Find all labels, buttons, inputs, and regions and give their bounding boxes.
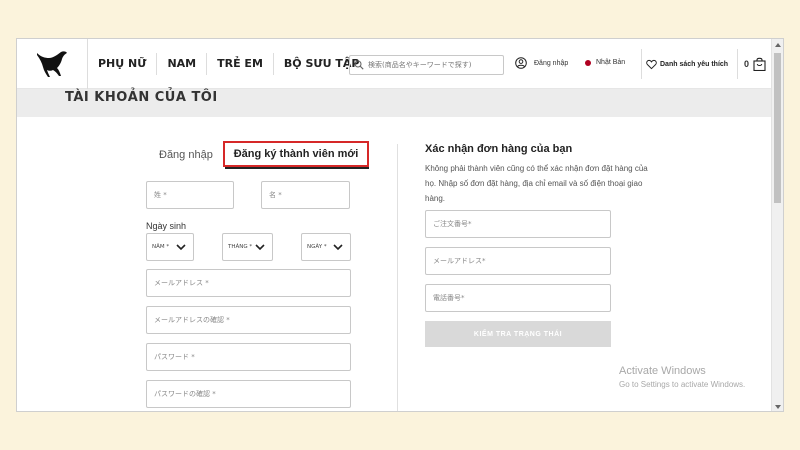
chevron-down-icon [176, 244, 186, 251]
nav-kids[interactable]: TRẺ EM [207, 53, 274, 75]
user-icon [515, 57, 527, 69]
chevron-down-icon [255, 244, 265, 251]
last-name-field[interactable]: 姓 * [146, 181, 234, 209]
puma-logo-icon[interactable] [35, 49, 69, 79]
login-link[interactable]: Đăng nhập [515, 57, 568, 69]
japan-flag-icon [585, 59, 591, 66]
heart-icon [646, 59, 657, 69]
cart-count: 0 [744, 59, 750, 69]
order-check-title: Xác nhận đơn hàng của bạn [425, 143, 573, 155]
order-number-field[interactable]: ご注文番号* [425, 210, 611, 238]
active-tab-underline [225, 167, 369, 169]
email-field[interactable]: メールアドレス * [146, 269, 351, 297]
column-divider [397, 144, 398, 411]
watermark-line1: Activate Windows [619, 365, 706, 377]
site-header: PHỤ NỮ NAM TRẺ EM BỘ SƯU TẬP Đăng nhập N… [17, 39, 773, 89]
search-box[interactable] [349, 55, 504, 75]
year-select-label: NĂM * [152, 244, 170, 250]
shopping-bag-icon [753, 57, 766, 71]
watermark-line2: Go to Settings to activate Windows. [619, 380, 746, 389]
cart-button[interactable]: 0 [737, 49, 773, 79]
main-nav: PHỤ NỮ NAM TRẺ EM BỘ SƯU TẬP [87, 39, 369, 89]
page-title-band: TÀI KHOẢN CỦA TÔI [17, 89, 773, 117]
order-check-description: Không phải thành viên cũng có thể xác nh… [425, 164, 648, 203]
search-icon [354, 60, 364, 70]
region-label: Nhật Bản [596, 59, 626, 66]
nav-women[interactable]: PHỤ NỮ [88, 53, 158, 75]
windows-activation-watermark: Activate Windows Go to Settings to activ… [619, 365, 745, 389]
scroll-thumb[interactable] [774, 53, 781, 203]
scroll-down-arrow-icon[interactable] [775, 405, 781, 409]
check-status-button[interactable]: KIỂM TRA TRẠNG THÁI [425, 321, 611, 347]
vertical-scrollbar[interactable] [771, 39, 783, 411]
email-confirm-field[interactable]: メールアドレスの確認 * [146, 306, 351, 334]
order-email-field[interactable]: メールアドレス* [425, 247, 611, 275]
day-select-label: NGÀY * [307, 244, 327, 250]
nav-men[interactable]: NAM [157, 53, 208, 75]
dob-label: Ngày sinh [146, 221, 187, 231]
wishlist-label: Danh sách yêu thích [660, 60, 729, 68]
tab-register[interactable]: Đăng ký thành viên mới [223, 141, 369, 167]
search-input[interactable] [368, 61, 503, 69]
browser-viewport: PHỤ NỮ NAM TRẺ EM BỘ SƯU TẬP Đăng nhập N… [16, 38, 784, 412]
password-confirm-field[interactable]: パスワードの確認 * [146, 380, 351, 408]
tab-login[interactable]: Đăng nhập [159, 149, 213, 161]
chevron-down-icon [333, 244, 343, 251]
account-tabs: Đăng nhập Đăng ký thành viên mới [147, 141, 369, 167]
month-select-label: THÁNG * [228, 244, 253, 250]
first-name-field[interactable]: 名 * [261, 181, 350, 209]
order-phone-field[interactable]: 電話番号* [425, 284, 611, 312]
region-selector[interactable]: Nhật Bản [585, 59, 625, 66]
scroll-up-arrow-icon[interactable] [775, 43, 781, 47]
password-field[interactable]: パスワード * [146, 343, 351, 371]
wishlist-link[interactable]: Danh sách yêu thích [641, 49, 737, 79]
month-select[interactable]: THÁNG * [222, 233, 273, 261]
day-select[interactable]: NGÀY * [301, 233, 351, 261]
page-title: TÀI KHOẢN CỦA TÔI [65, 90, 218, 105]
year-select[interactable]: NĂM * [146, 233, 194, 261]
login-label: Đăng nhập [534, 59, 569, 67]
